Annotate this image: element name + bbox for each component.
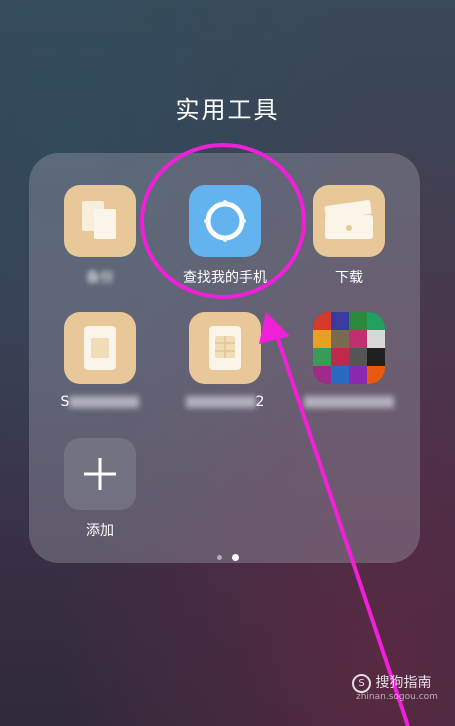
download-icon bbox=[313, 185, 385, 257]
app-sim-2[interactable]: 2 bbox=[165, 312, 285, 410]
app-label-find-my-phone: 查找我的手机 bbox=[183, 270, 267, 286]
blurred-text bbox=[304, 396, 394, 408]
page-dot-1[interactable] bbox=[216, 555, 222, 560]
find-my-phone-icon bbox=[189, 185, 261, 257]
page-indicator bbox=[0, 547, 455, 566]
sim-card-icon bbox=[64, 312, 136, 384]
page-dot-2-active[interactable] bbox=[231, 554, 239, 561]
sim-card-2-icon bbox=[189, 312, 261, 384]
app-find-my-phone[interactable]: 查找我的手机 bbox=[165, 185, 285, 287]
mosaic-app-icon bbox=[313, 312, 385, 384]
sogou-logo-icon: S bbox=[352, 673, 371, 693]
app-label-sim-2: 2 bbox=[165, 394, 285, 410]
blurred-text bbox=[69, 396, 140, 408]
folder-title: 实用工具 bbox=[175, 96, 280, 124]
plus-icon bbox=[64, 438, 136, 510]
backup-icon bbox=[64, 185, 136, 257]
add-app-button[interactable]: 添加 bbox=[40, 438, 160, 540]
watermark-brand: S 搜狗指南 bbox=[352, 672, 431, 693]
app-label-sim-1-text: S bbox=[60, 394, 70, 410]
watermark-url: zhinan.sogou.com bbox=[356, 692, 438, 702]
app-label-download: 下载 bbox=[335, 270, 363, 286]
app-mosaic[interactable] bbox=[289, 312, 409, 410]
watermark-brand-text: 搜狗指南 bbox=[375, 675, 432, 691]
app-label-sim-2-text: 2 bbox=[255, 394, 265, 410]
app-backup[interactable]: 备份 bbox=[40, 185, 160, 287]
app-label-backup: 备份 bbox=[86, 270, 114, 286]
blurred-text bbox=[185, 396, 256, 408]
app-label-sim-1: S bbox=[40, 394, 160, 410]
app-label-add: 添加 bbox=[86, 523, 114, 539]
app-download[interactable]: 下载 bbox=[289, 185, 409, 287]
app-sim-1[interactable]: S bbox=[40, 312, 160, 410]
app-label-mosaic bbox=[289, 394, 409, 410]
